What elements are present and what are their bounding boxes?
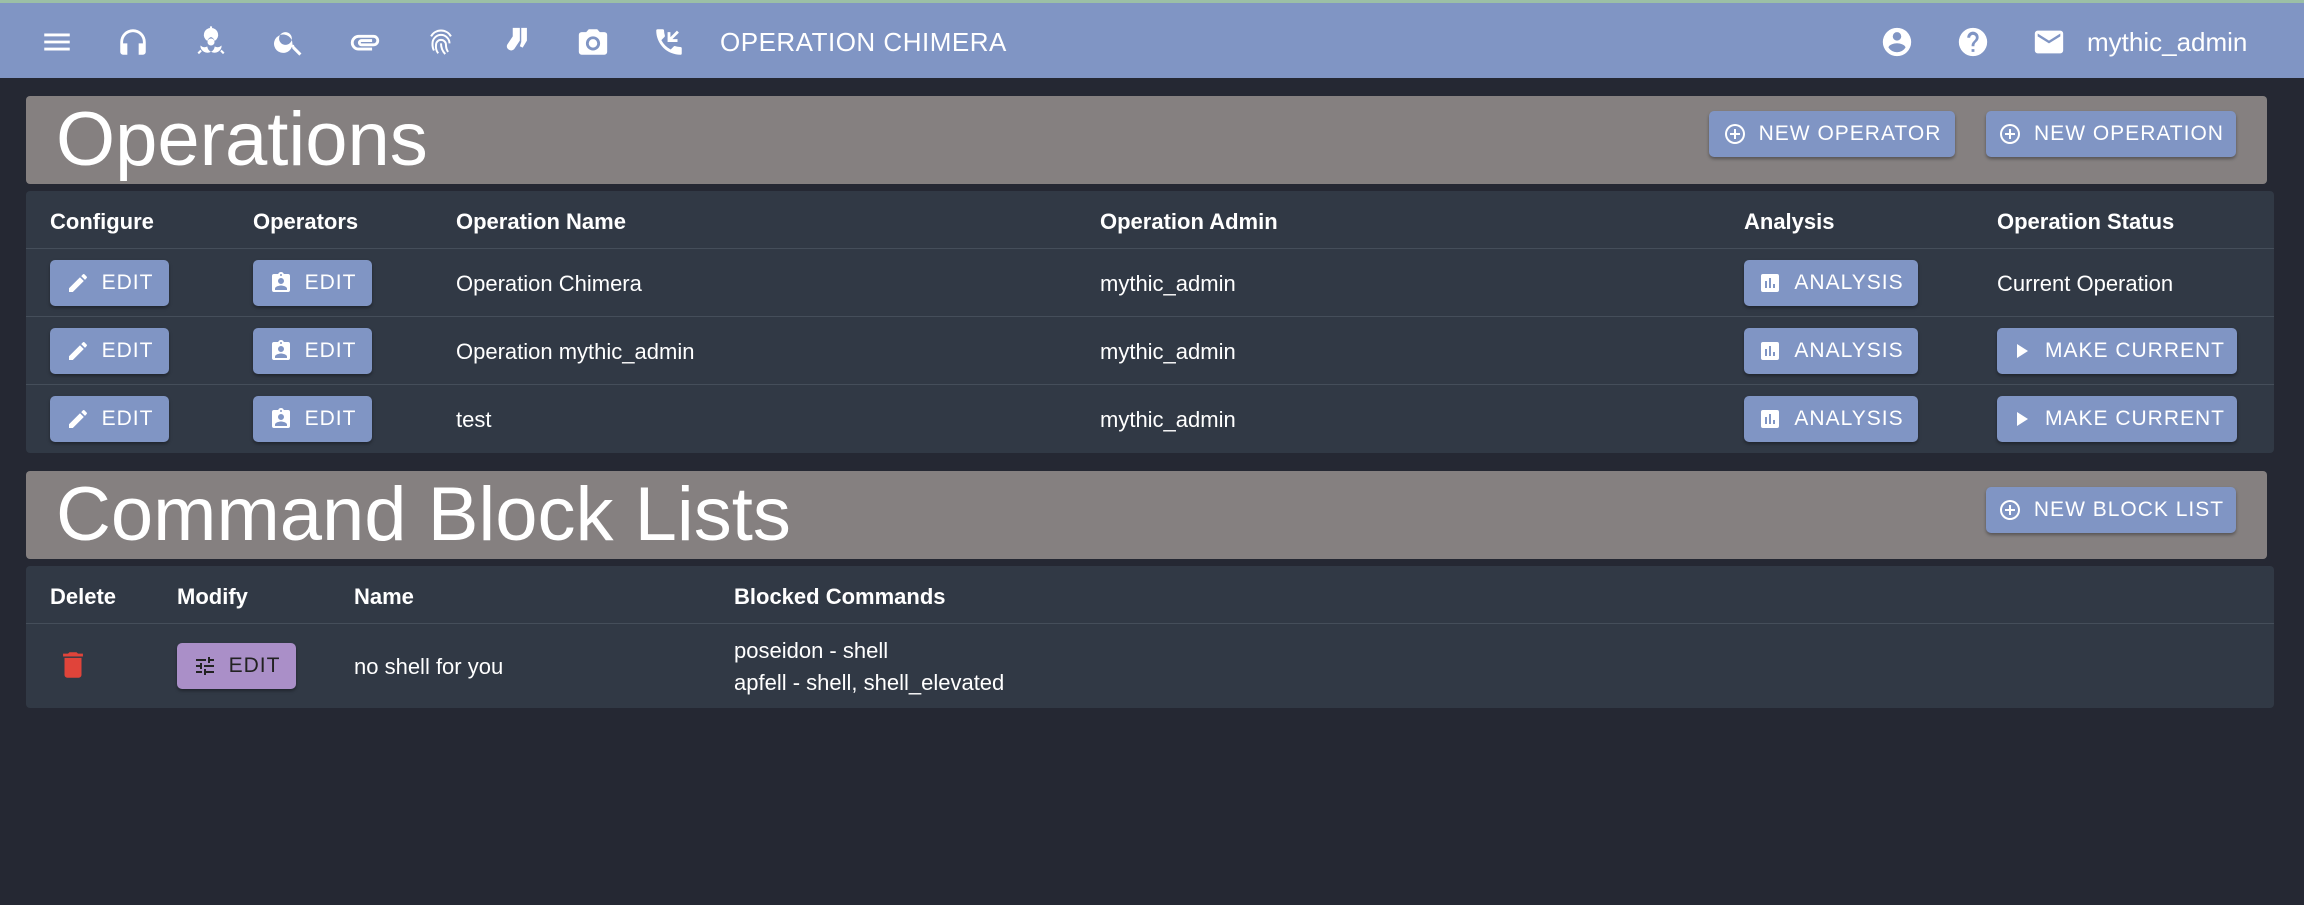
badge-icon — [271, 272, 290, 292]
bar-chart-icon — [1761, 342, 1780, 360]
tune-icon — [195, 657, 214, 675]
biohazard-icon[interactable] — [189, 20, 233, 64]
paperclip-icon[interactable] — [343, 20, 387, 64]
row-divider — [26, 248, 2274, 249]
badge-icon — [271, 408, 290, 428]
menu-icon[interactable] — [35, 20, 79, 64]
headphones-icon[interactable] — [111, 20, 155, 64]
new-block-list-label: NEW BLOCK LIST — [2033, 498, 2225, 521]
operation-admin: mythic_admin — [1100, 407, 1236, 432]
configure-edit-button[interactable]: EDIT — [50, 328, 169, 374]
socks-icon[interactable] — [495, 20, 539, 64]
blocked-command: apfell - shell, shell_elevated — [734, 670, 1005, 695]
pencil-icon — [68, 342, 87, 360]
pencil-icon — [68, 410, 87, 428]
column-header-analysis: Analysis — [1744, 209, 1835, 234]
analysis-button[interactable]: ANALYSIS — [1744, 396, 1918, 442]
column-header-modify: Modify — [177, 584, 248, 609]
play-icon — [2016, 412, 2028, 426]
configure-edit-button[interactable]: EDIT — [50, 396, 169, 442]
username[interactable]: mythic_admin — [2087, 27, 2247, 58]
new-operator-button[interactable]: NEW OPERATOR — [1709, 111, 1955, 157]
block-lists-header: Command Block Lists NEW BLOCK LIST — [26, 471, 2267, 559]
column-header-delete: Delete — [50, 584, 117, 609]
app-title: OPERATION CHIMERA — [720, 27, 1007, 57]
operation-status: Current Operation — [1997, 271, 2174, 296]
operation-name: Operation mythic_admin — [456, 339, 695, 364]
add-circle-icon — [2000, 124, 2021, 144]
app-bar: OPERATION CHIMERA mythic_admin — [0, 0, 2304, 78]
column-header-operation-name: Operation Name — [456, 209, 626, 234]
new-operation-button[interactable]: NEW OPERATION — [1986, 111, 2236, 157]
new-operator-label: NEW OPERATOR — [1758, 122, 1942, 145]
operators-edit-button[interactable]: EDIT — [253, 396, 372, 442]
modify-edit-button[interactable]: EDIT — [177, 643, 296, 689]
blocked-command: poseidon - shell — [734, 638, 889, 663]
block-list-name: no shell for you — [354, 654, 504, 679]
camera-icon[interactable] — [571, 20, 615, 64]
block-lists-title: Command Block Lists — [56, 472, 791, 557]
column-header-operation-status: Operation Status — [1997, 209, 2175, 234]
make-current-button[interactable]: MAKE CURRENT — [1997, 396, 2237, 442]
operation-name: Operation Chimera — [456, 271, 642, 296]
badge-icon — [271, 340, 290, 360]
pencil-icon — [68, 274, 87, 292]
operators-edit-button[interactable]: EDIT — [253, 328, 372, 374]
operations-table: Configure Operators Operation Name Opera… — [26, 191, 2274, 453]
analysis-button[interactable]: ANALYSIS — [1744, 260, 1918, 306]
play-icon — [2016, 344, 2028, 358]
operation-name: test — [456, 407, 492, 432]
mail-icon[interactable] — [2027, 20, 2071, 64]
search-icon[interactable] — [267, 20, 311, 64]
delete-icon[interactable] — [56, 648, 90, 687]
analysis-button[interactable]: ANALYSIS — [1744, 328, 1918, 374]
column-header-configure: Configure — [50, 209, 154, 234]
bar-chart-icon — [1761, 410, 1780, 428]
operations-header: Operations NEW OPERATOR NEW OPERATION — [26, 96, 2267, 184]
row-divider — [26, 316, 2274, 317]
help-icon[interactable] — [1951, 20, 1995, 64]
new-block-list-button[interactable]: NEW BLOCK LIST — [1986, 487, 2236, 533]
operators-edit-button[interactable]: EDIT — [253, 260, 372, 306]
account-circle-icon[interactable] — [1875, 20, 1919, 64]
row-divider — [26, 623, 2274, 624]
add-circle-icon — [1999, 500, 2020, 520]
column-header-operation-admin: Operation Admin — [1100, 209, 1278, 234]
operation-admin: mythic_admin — [1100, 271, 1236, 296]
configure-edit-button[interactable]: EDIT — [50, 260, 169, 306]
column-header-operators: Operators — [253, 209, 359, 234]
bar-chart-icon — [1761, 274, 1780, 292]
column-header-blocked-commands: Blocked Commands — [734, 584, 946, 609]
new-operation-label: NEW OPERATION — [2034, 122, 2224, 145]
add-circle-icon — [1724, 124, 1745, 144]
row-divider — [26, 384, 2274, 385]
operation-admin: mythic_admin — [1100, 339, 1236, 364]
make-current-button[interactable]: MAKE CURRENT — [1997, 328, 2237, 374]
operations-title: Operations — [56, 97, 428, 182]
column-header-name: Name — [354, 584, 414, 609]
phone-callback-icon[interactable] — [647, 20, 691, 64]
fingerprint-icon[interactable] — [419, 20, 463, 64]
block-lists-table: Delete Modify Name Blocked Commands EDIT… — [26, 566, 2274, 708]
